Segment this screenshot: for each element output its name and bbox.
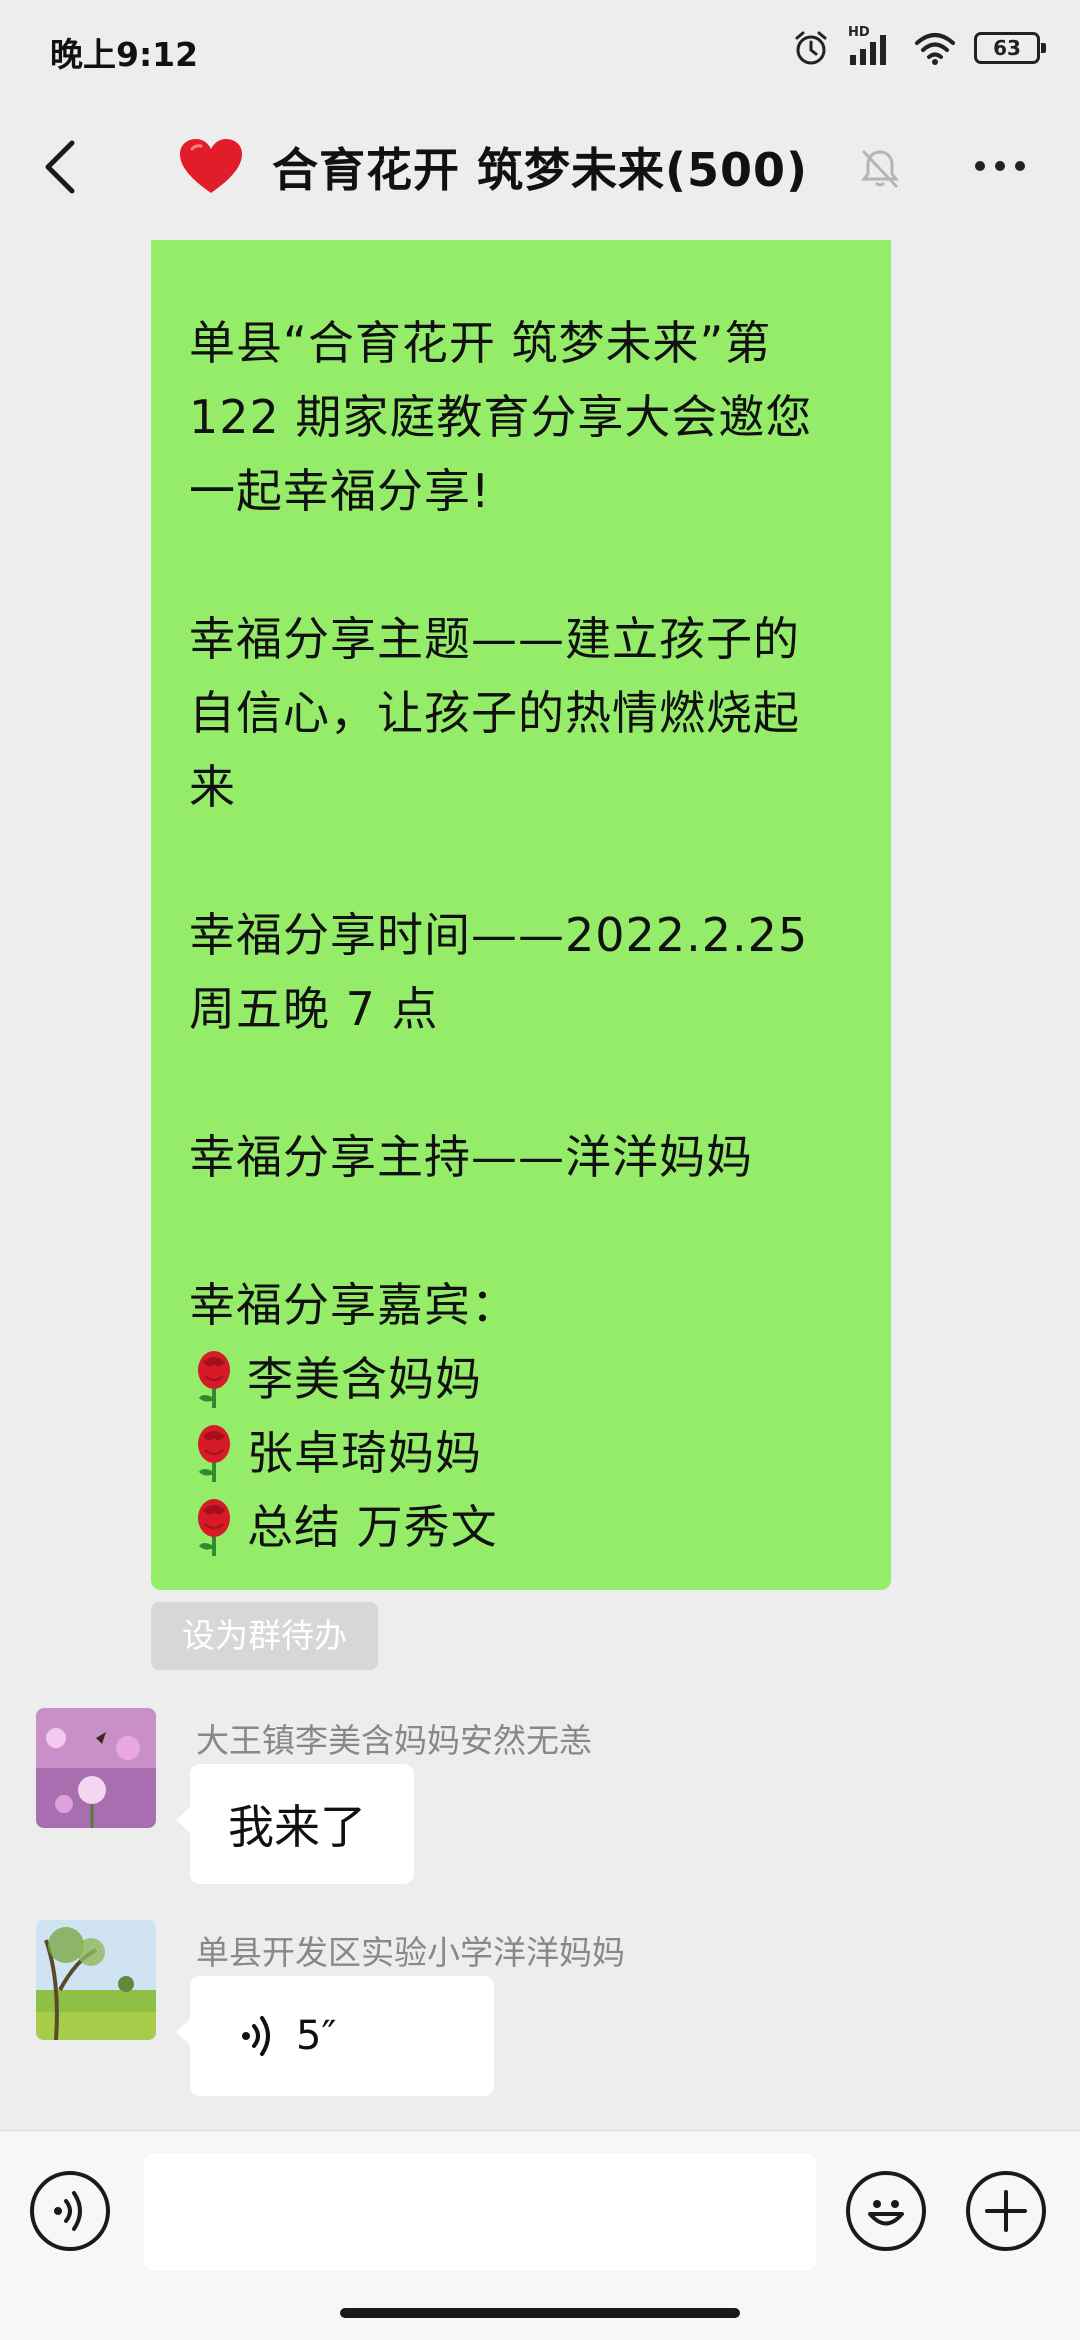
set-group-todo-button[interactable]: 设为群待办 bbox=[151, 1602, 378, 1670]
alarm-icon bbox=[795, 31, 827, 65]
red-heart-icon bbox=[180, 139, 242, 193]
announcement-line: 单县“合育花开 筑梦未来”第 bbox=[189, 316, 772, 370]
chat-title: 合育花开 筑梦未来(500) bbox=[272, 143, 809, 197]
home-indicator[interactable] bbox=[340, 2308, 740, 2318]
sender-name: 单县开发区实验小学洋洋妈妈 bbox=[196, 1933, 625, 1972]
guest-name: 李美含妈妈 bbox=[247, 1352, 482, 1406]
avatar[interactable] bbox=[36, 1708, 156, 1828]
message-input[interactable] bbox=[144, 2153, 816, 2271]
announcement-line: 幸福分享时间——2022.2.25 bbox=[189, 908, 809, 962]
more-dot-icon bbox=[1015, 161, 1025, 171]
avatar[interactable] bbox=[36, 1920, 156, 2040]
guest-name: 总结 万秀文 bbox=[247, 1500, 498, 1554]
landscape-avatar-image bbox=[36, 1920, 156, 2040]
voice-wave-icon bbox=[242, 2016, 270, 2056]
more-options-button[interactable] bbox=[960, 136, 1040, 196]
announcement-line: 一起幸福分享! bbox=[189, 464, 491, 518]
signal-icon: HD bbox=[848, 25, 896, 67]
voice-message-bubble[interactable]: 5″ bbox=[176, 1976, 494, 2096]
back-button[interactable] bbox=[30, 132, 90, 202]
mute-bell-icon bbox=[860, 150, 900, 188]
voice-input-button[interactable] bbox=[30, 2171, 110, 2251]
flower-avatar-image bbox=[36, 1708, 156, 1828]
chat-message-list[interactable]: 单县“合育花开 筑梦未来”第 122 期家庭教育分享大会邀您 一起幸福分享! 幸… bbox=[0, 240, 1080, 2130]
sender-name: 大王镇李美含妈妈安然无恙 bbox=[196, 1721, 592, 1760]
guest-item: 张卓琦妈妈 bbox=[189, 1416, 853, 1490]
rose-icon bbox=[198, 1351, 230, 1408]
announcement-line: 幸福分享嘉宾： bbox=[189, 1278, 518, 1332]
more-functions-button[interactable] bbox=[966, 2171, 1046, 2251]
announcement-line: 自信心，让孩子的热情燃烧起 bbox=[189, 686, 800, 740]
voice-wave-icon bbox=[54, 2191, 82, 2231]
rose-icon bbox=[198, 1499, 230, 1556]
more-dot-icon bbox=[995, 161, 1005, 171]
announcement-line: 幸福分享主题——建立孩子的 bbox=[189, 612, 800, 666]
announcement-line: 来 bbox=[189, 760, 236, 814]
plus-icon bbox=[985, 2190, 1027, 2232]
status-bar: 晚上9:12 HD 63 bbox=[0, 0, 1080, 96]
message-text: 我来了 bbox=[228, 1800, 366, 1854]
announcement-line: 122 期家庭教育分享大会邀您 bbox=[189, 390, 813, 444]
chevron-left-icon bbox=[45, 140, 75, 194]
announcement-line: 幸福分享主持——洋洋妈妈 bbox=[189, 1130, 753, 1184]
rose-icon bbox=[198, 1425, 230, 1482]
guest-name: 张卓琦妈妈 bbox=[247, 1426, 482, 1480]
status-icons: HD 63 bbox=[792, 25, 1046, 68]
announcement-line: 周五晚 7 点 bbox=[189, 982, 439, 1036]
announcement-bubble[interactable]: 单县“合育花开 筑梦未来”第 122 期家庭教育分享大会邀您 一起幸福分享! 幸… bbox=[151, 240, 891, 1590]
wifi-icon bbox=[915, 33, 955, 65]
battery-icon: 63 bbox=[974, 32, 1046, 64]
status-time: 晚上9:12 bbox=[50, 35, 199, 74]
guest-item: 总结 万秀文 bbox=[189, 1490, 853, 1564]
smiley-icon bbox=[868, 2200, 904, 2226]
chat-title-group: 合育花开 筑梦未来(500) bbox=[178, 132, 808, 202]
voice-duration: 5″ bbox=[296, 2013, 337, 2059]
guest-item: 李美含妈妈 bbox=[189, 1342, 853, 1416]
more-dot-icon bbox=[975, 161, 985, 171]
chat-header: 合育花开 筑梦未来(500) bbox=[0, 96, 1080, 240]
emoji-button[interactable] bbox=[846, 2171, 926, 2251]
message-bubble[interactable]: 我来了 bbox=[176, 1764, 414, 1884]
